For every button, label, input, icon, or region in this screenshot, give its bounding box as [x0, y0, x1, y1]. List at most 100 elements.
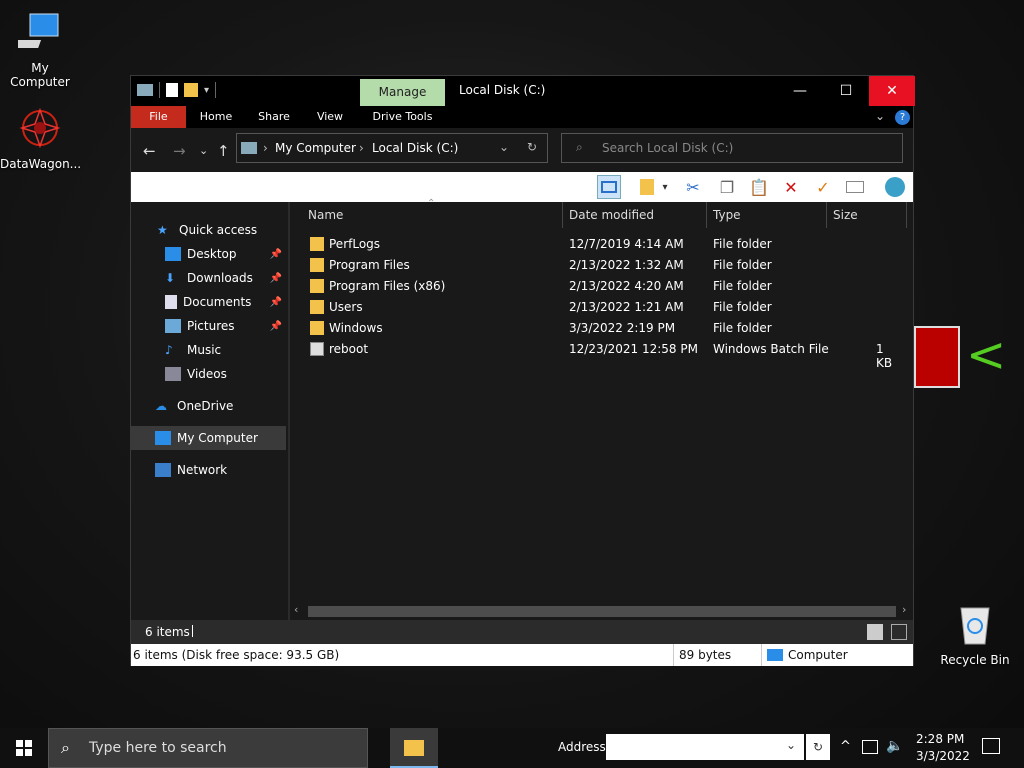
- breadcrumb-separator-icon[interactable]: ›: [263, 141, 268, 155]
- details-view-icon[interactable]: [867, 624, 883, 640]
- expand-ribbon-chevron-icon[interactable]: ⌄: [875, 109, 885, 123]
- navigation-pane: ★ Quick access Desktop 📌 ⬇ Downloads 📌 D…: [131, 202, 288, 620]
- new-folder-icon[interactable]: [184, 83, 198, 97]
- nav-onedrive[interactable]: ☁ OneDrive: [131, 394, 286, 418]
- drive-icon[interactable]: [137, 84, 153, 96]
- address-dropdown-chevron-icon[interactable]: ⌄: [499, 140, 509, 154]
- globe-icon[interactable]: [883, 175, 907, 199]
- computer-icon: [0, 10, 80, 57]
- layout-icon[interactable]: [635, 175, 659, 199]
- table-row[interactable]: reboot 12/23/2021 12:58 PM Windows Batch…: [290, 339, 900, 370]
- nav-label: Pictures: [187, 319, 235, 333]
- search-box[interactable]: ⌕ Search Local Disk (C:): [561, 133, 903, 163]
- nav-desktop[interactable]: Desktop 📌: [131, 242, 286, 266]
- horizontal-scrollbar[interactable]: ‹ ›: [290, 603, 913, 620]
- table-row[interactable]: Program Files (x86) 2/13/2022 4:20 AM Fi…: [290, 276, 900, 297]
- large-icons-view-icon[interactable]: [891, 624, 907, 640]
- forward-arrow-icon[interactable]: →: [173, 142, 186, 160]
- up-arrow-icon[interactable]: ↑: [217, 142, 230, 160]
- desktop-icon-my-computer[interactable]: My Computer: [0, 10, 80, 89]
- column-divider[interactable]: [562, 202, 563, 228]
- desktop-icon-datawagon[interactable]: DataWagon...: [0, 106, 81, 171]
- nav-videos[interactable]: Videos: [131, 362, 286, 386]
- close-button[interactable]: ✕: [869, 76, 915, 106]
- dropdown-chevron-icon[interactable]: ▾: [659, 175, 671, 199]
- nav-my-computer[interactable]: My Computer: [131, 426, 286, 450]
- column-name[interactable]: Name: [308, 208, 343, 222]
- column-date-modified[interactable]: Date modified: [569, 208, 654, 222]
- copy-icon[interactable]: ❐: [715, 175, 739, 199]
- show-hidden-icons-chevron-icon[interactable]: ^: [840, 739, 851, 754]
- cut-icon[interactable]: ✂: [681, 175, 705, 199]
- nav-pictures[interactable]: Pictures 📌: [131, 314, 286, 338]
- scroll-left-icon[interactable]: ‹: [294, 603, 298, 616]
- breadcrumb-local-disk[interactable]: Local Disk (C:): [372, 141, 458, 155]
- address-bar[interactable]: › My Computer › Local Disk (C:) ⌄ ↻: [236, 133, 548, 163]
- command-toolbar: ▾ ✂ ❐ 📋 ✕ ✓: [131, 172, 913, 202]
- tab-drive-tools[interactable]: Drive Tools: [360, 106, 445, 128]
- explorer-taskbar-button[interactable]: [390, 728, 438, 768]
- divider: [673, 644, 674, 666]
- nav-label: Desktop: [187, 247, 237, 261]
- apply-check-icon[interactable]: ✓: [811, 175, 835, 199]
- clock-date[interactable]: 3/3/2022: [916, 749, 970, 763]
- taskbar-search[interactable]: ⌕ Type here to search: [48, 728, 368, 768]
- file-date: 12/7/2019 4:14 AM: [569, 237, 684, 251]
- nav-documents[interactable]: Documents 📌: [131, 290, 286, 314]
- properties-icon[interactable]: [166, 83, 178, 97]
- status-location: Computer: [788, 648, 848, 662]
- network-icon[interactable]: [862, 740, 878, 754]
- pin-icon[interactable]: 📌: [270, 249, 282, 260]
- breadcrumb-my-computer[interactable]: My Computer: [275, 141, 356, 155]
- back-arrow-icon[interactable]: ←: [143, 142, 156, 160]
- tab-file[interactable]: File: [131, 106, 186, 128]
- nav-downloads[interactable]: ⬇ Downloads 📌: [131, 266, 286, 290]
- preview-pane-icon[interactable]: [597, 175, 621, 199]
- tab-share[interactable]: Share: [249, 106, 299, 128]
- folder-icon: [310, 321, 324, 335]
- maximize-button[interactable]: ☐: [823, 76, 869, 106]
- file-name: Windows: [329, 321, 383, 335]
- start-button[interactable]: [0, 728, 48, 768]
- scroll-right-icon[interactable]: ›: [902, 603, 906, 616]
- table-row[interactable]: Users 2/13/2022 1:21 AM File folder: [290, 297, 900, 318]
- column-divider[interactable]: [706, 202, 707, 228]
- column-type[interactable]: Type: [713, 208, 741, 222]
- taskbar-address-input[interactable]: ⌄: [606, 734, 804, 760]
- tab-manage[interactable]: Manage: [360, 79, 445, 106]
- folder-icon: [310, 279, 324, 293]
- breadcrumb-separator-icon[interactable]: ›: [359, 141, 364, 155]
- address-go-icon[interactable]: ↻: [806, 734, 830, 760]
- help-icon[interactable]: ?: [895, 110, 910, 125]
- address-dropdown-chevron-icon[interactable]: ⌄: [786, 738, 796, 752]
- table-row[interactable]: Windows 3/3/2022 2:19 PM File folder: [290, 318, 900, 339]
- minimize-button[interactable]: —: [777, 76, 823, 106]
- nav-quick-access[interactable]: ★ Quick access: [131, 218, 286, 242]
- table-row[interactable]: Program Files 2/13/2022 1:32 AM File fol…: [290, 255, 900, 276]
- column-size[interactable]: Size: [833, 208, 858, 222]
- batch-file-icon: [310, 342, 324, 356]
- desktop-icon-recycle-bin[interactable]: Recycle Bin: [935, 602, 1015, 667]
- pin-icon[interactable]: 📌: [270, 297, 282, 308]
- refresh-icon[interactable]: ↻: [527, 140, 537, 154]
- column-divider[interactable]: [906, 202, 907, 228]
- clock-time[interactable]: 2:28 PM: [916, 732, 964, 746]
- paste-icon[interactable]: 📋: [747, 175, 771, 199]
- table-row[interactable]: PerfLogs 12/7/2019 4:14 AM File folder: [290, 234, 900, 255]
- pin-icon[interactable]: 📌: [270, 321, 282, 332]
- nav-music[interactable]: ♪ Music: [131, 338, 286, 362]
- volume-icon[interactable]: 🔈: [886, 738, 903, 754]
- tab-home[interactable]: Home: [191, 106, 241, 128]
- pin-icon[interactable]: 📌: [270, 273, 282, 284]
- scrollbar-thumb[interactable]: [308, 606, 896, 617]
- tab-view[interactable]: View: [307, 106, 353, 128]
- file-size: 1 KB: [876, 342, 893, 370]
- folder-icon: [310, 237, 324, 251]
- notifications-icon[interactable]: [982, 738, 1000, 754]
- customize-chevron-icon[interactable]: ▾: [204, 85, 209, 96]
- rename-icon[interactable]: [843, 175, 867, 199]
- nav-network[interactable]: Network: [131, 458, 286, 482]
- delete-icon[interactable]: ✕: [779, 175, 803, 199]
- recent-chevron-icon[interactable]: ⌄: [199, 144, 208, 157]
- column-divider[interactable]: [826, 202, 827, 228]
